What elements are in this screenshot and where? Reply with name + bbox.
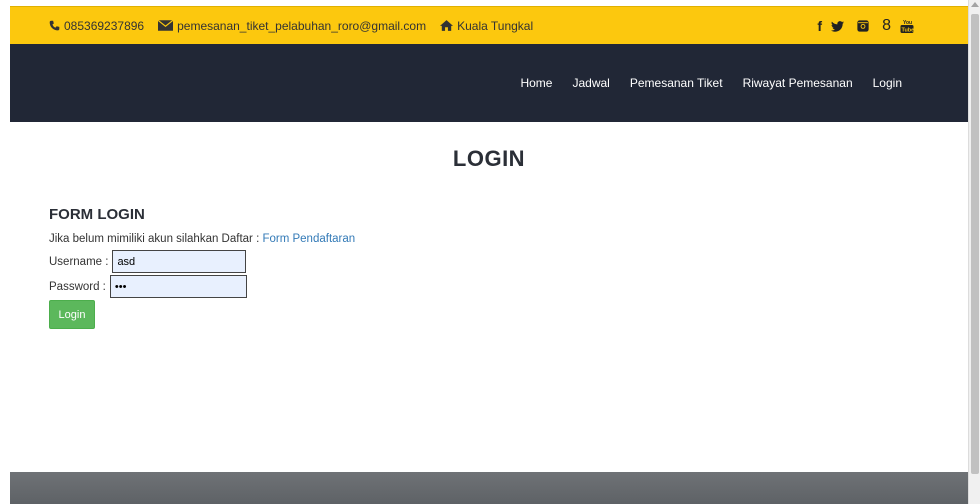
home-icon xyxy=(440,20,454,31)
location-contact: Kuala Tungkal xyxy=(440,19,533,33)
nav-riwayat-pemesanan[interactable]: Riwayat Pemesanan xyxy=(743,76,853,90)
password-input[interactable] xyxy=(109,275,247,298)
contact-topbar: 085369237896 pemesanan_tiket_pelabuhan_r… xyxy=(10,6,968,44)
google-plus-icon[interactable]: 8 xyxy=(882,17,891,35)
password-row: Password : xyxy=(49,275,247,298)
nav-login[interactable]: Login xyxy=(873,76,902,90)
twitter-icon[interactable] xyxy=(831,20,848,32)
page-margin xyxy=(0,0,10,504)
page-title: LOGIN xyxy=(452,146,526,171)
form-title: FORM LOGIN xyxy=(49,206,145,223)
register-note-text: Jika belum mimiliki akun silahkan Daftar… xyxy=(49,233,263,245)
nav-menu: Home Jadwal Pemesanan Tiket Riwayat Peme… xyxy=(520,44,902,122)
footer xyxy=(10,472,968,504)
vertical-scrollbar[interactable] xyxy=(968,0,980,504)
main-navbar: Home Jadwal Pemesanan Tiket Riwayat Peme… xyxy=(10,44,968,122)
phone-icon xyxy=(49,20,60,31)
instagram-icon[interactable] xyxy=(857,20,873,32)
nav-jadwal[interactable]: Jadwal xyxy=(572,76,609,90)
scroll-up-arrow-icon[interactable] xyxy=(971,2,979,7)
youtube-icon[interactable]: You Tube xyxy=(900,18,918,34)
nav-home[interactable]: Home xyxy=(520,76,552,90)
username-row: Username : xyxy=(49,250,247,273)
username-label: Username : xyxy=(49,255,109,268)
nav-pemesanan-tiket[interactable]: Pemesanan Tiket xyxy=(630,76,723,90)
svg-text:Tube: Tube xyxy=(902,28,915,34)
phone-number: 085369237896 xyxy=(64,18,145,33)
location-name: Kuala Tungkal xyxy=(457,18,534,33)
scrollbar-thumb[interactable] xyxy=(971,14,979,474)
browser-window: 085369237896 pemesanan_tiket_pelabuhan_r… xyxy=(0,0,980,504)
register-link[interactable]: Form Pendaftaran xyxy=(262,233,355,245)
phone-contact: 085369237896 xyxy=(49,19,144,33)
email-address: pemesanan_tiket_pelabuhan_roro@gmail.com xyxy=(177,18,427,33)
social-links: f 8 You Tube xyxy=(817,7,918,45)
envelope-icon xyxy=(158,20,174,31)
username-input[interactable] xyxy=(112,250,247,273)
register-note: Jika belum mimiliki akun silahkan Daftar… xyxy=(49,233,355,245)
facebook-icon[interactable]: f xyxy=(817,18,822,34)
main-content: LOGIN FORM LOGIN Jika belum mimiliki aku… xyxy=(10,122,968,472)
password-label: Password : xyxy=(49,280,106,293)
login-button[interactable]: Login xyxy=(49,300,95,329)
email-contact: pemesanan_tiket_pelabuhan_roro@gmail.com xyxy=(158,19,426,33)
